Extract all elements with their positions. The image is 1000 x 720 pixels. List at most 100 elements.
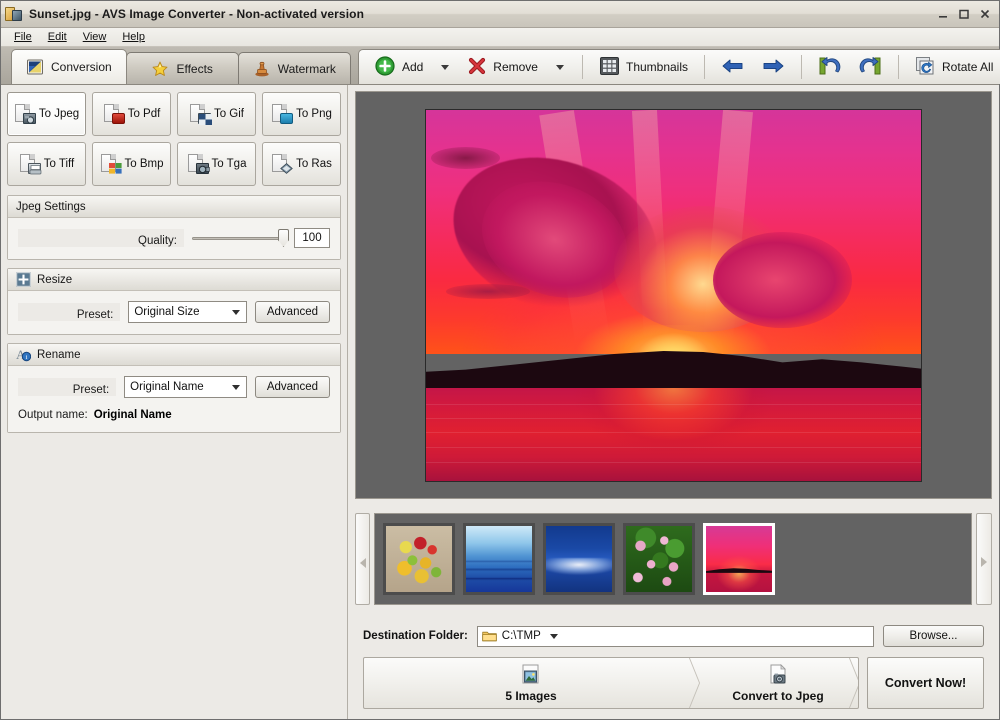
add-label: Add <box>402 60 423 74</box>
folder-icon <box>482 630 497 642</box>
png-format-icon <box>271 104 293 124</box>
resize-advanced-button[interactable]: Advanced <box>255 301 330 323</box>
toolbar-separator <box>801 55 802 79</box>
window-title: Sunset.jpg - AVS Image Converter - Non-a… <box>29 7 933 21</box>
image-preview-area[interactable] <box>355 91 992 499</box>
app-icon <box>5 5 23 23</box>
arrow-left-icon <box>721 56 745 79</box>
wave-thumbnail[interactable] <box>543 523 615 595</box>
tga-format-icon <box>187 154 209 174</box>
destination-folder-select[interactable]: C:\TMP <box>477 626 874 647</box>
toolbar-separator <box>582 55 583 79</box>
mountains-thumbnail[interactable] <box>463 523 535 595</box>
convert-target-label: Convert to Jpeg <box>732 689 823 703</box>
menu-item-file[interactable]: File <box>7 30 39 45</box>
rename-title: Rename <box>37 349 80 361</box>
close-button[interactable] <box>975 6 994 23</box>
thumbnails-scroll-right-button[interactable] <box>976 513 992 605</box>
convert-now-button[interactable]: Convert Now! <box>867 657 984 709</box>
chevron-down-icon <box>441 65 449 70</box>
bmp-format-icon <box>100 154 122 174</box>
tab-label-conversion: Conversion <box>51 60 112 74</box>
browse-button[interactable]: Browse... <box>883 625 984 647</box>
format-button-bmp[interactable]: To Bmp <box>92 142 171 186</box>
next-image-button[interactable] <box>754 53 792 81</box>
rename-header[interactable]: A i Rename <box>8 344 340 366</box>
images-count-step[interactable]: 5 Images <box>364 658 698 708</box>
chevron-down-icon[interactable] <box>228 302 245 322</box>
format-button-ras[interactable]: To Ras <box>262 142 341 186</box>
rotate-all-button[interactable]: Rotate All <box>908 53 1000 81</box>
tab-conversion[interactable]: Conversion <box>11 49 127 84</box>
output-name-row: Output name: Original Name <box>18 409 330 421</box>
tiff-format-icon <box>19 154 41 174</box>
fruits-thumbnail[interactable] <box>383 523 455 595</box>
menu-item-help[interactable]: Help <box>115 30 152 45</box>
rename-preset-select[interactable]: Original Name <box>124 376 247 398</box>
rename-panel: A i Rename Preset: Original Name <box>7 343 341 433</box>
title-bar: Sunset.jpg - AVS Image Converter - Non-a… <box>1 1 999 28</box>
ras-format-icon <box>271 154 293 174</box>
format-button-pdf[interactable]: To Pdf <box>92 92 171 136</box>
images-count-label: 5 Images <box>505 689 556 703</box>
resize-preset-value: Original Size <box>134 306 228 318</box>
quality-value-input[interactable]: 100 <box>294 228 330 248</box>
output-name-label: Output name: <box>18 409 88 421</box>
maximize-button[interactable] <box>954 6 973 23</box>
remove-button[interactable]: Remove <box>460 53 545 81</box>
convert-steps: 5 Images <box>363 657 859 709</box>
thumbnail-list[interactable] <box>374 513 972 605</box>
thumbnails-label: Thumbnails <box>626 60 688 74</box>
chevron-down-icon[interactable] <box>546 626 563 646</box>
tab-effects[interactable]: Effects <box>126 52 239 84</box>
rename-advanced-button[interactable]: Advanced <box>255 376 330 398</box>
previous-image-button[interactable] <box>714 53 752 81</box>
convert-target-step[interactable]: Convert to Jpeg <box>698 658 858 708</box>
thumbnail-strip <box>355 505 992 613</box>
rotate-left-button[interactable] <box>811 53 849 81</box>
thumbnails-button[interactable]: Thumbnails <box>592 53 695 81</box>
sunset-thumbnail[interactable] <box>703 523 775 595</box>
menu-item-edit[interactable]: Edit <box>41 30 74 45</box>
jpeg-format-icon <box>14 104 36 124</box>
remove-dropdown-button[interactable] <box>547 53 573 81</box>
tab-watermark[interactable]: Watermark <box>238 52 351 84</box>
minimize-button[interactable] <box>933 6 952 23</box>
resize-preset-select[interactable]: Original Size <box>128 301 247 323</box>
resize-panel: Resize Preset: Original Size Advanced <box>7 268 341 335</box>
format-button-tiff[interactable]: To Tiff <box>7 142 86 186</box>
resize-header[interactable]: Resize <box>8 269 340 291</box>
add-button[interactable]: Add <box>367 53 430 81</box>
toolbar-separator <box>898 55 899 79</box>
jpeg-settings-panel: Jpeg Settings Quality: 100 <box>7 195 341 260</box>
water-lilies-thumbnail[interactable] <box>623 523 695 595</box>
main-body: To Jpeg To Pdf To <box>1 84 999 719</box>
add-dropdown-button[interactable] <box>432 53 458 81</box>
format-button-gif[interactable]: To Gif <box>177 92 256 136</box>
chevron-down-icon[interactable] <box>228 377 245 397</box>
quality-slider[interactable] <box>192 229 286 247</box>
rotate-right-button[interactable] <box>851 53 889 81</box>
rename-body: Preset: Original Name Advanced Output na… <box>8 366 340 432</box>
quality-slider-thumb[interactable] <box>278 229 289 247</box>
format-button-tga[interactable]: To Tga <box>177 142 256 186</box>
remove-icon <box>467 56 487 79</box>
jpeg-settings-title: Jpeg Settings <box>16 201 86 213</box>
format-button-png[interactable]: To Png <box>262 92 341 136</box>
destination-row: Destination Folder: C:\TMP Browse... <box>363 625 984 647</box>
format-button-jpeg[interactable]: To Jpeg <box>7 92 86 136</box>
convert-action-row: 5 Images <box>363 657 984 709</box>
jpeg-settings-header[interactable]: Jpeg Settings <box>8 196 340 218</box>
chevron-down-icon <box>556 65 564 70</box>
images-icon <box>518 664 544 688</box>
resize-preset-label: Preset: <box>18 303 120 321</box>
menu-item-view[interactable]: View <box>76 30 114 45</box>
format-label-bmp: To Bmp <box>125 158 164 170</box>
output-name-value: Original Name <box>94 409 172 421</box>
quality-label: Quality: <box>18 229 184 247</box>
rename-preset-value: Original Name <box>130 381 228 393</box>
toolbar-separator <box>704 55 705 79</box>
main-toolbar: Add Remove <box>358 49 1000 84</box>
thumbnails-scroll-left-button[interactable] <box>355 513 370 605</box>
rename-icon: A i <box>16 347 31 362</box>
